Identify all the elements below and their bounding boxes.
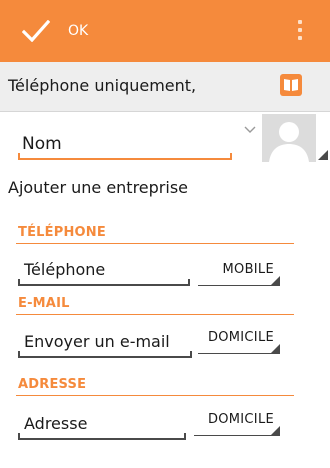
phone-type-label: MOBILE (222, 262, 274, 277)
phone-type-spinner[interactable]: MOBILE (198, 258, 280, 288)
phone-input[interactable]: Téléphone (24, 260, 105, 279)
address-type-label: DOMICILE (207, 412, 274, 427)
address-field[interactable]: Adresse (18, 412, 186, 442)
name-underline (18, 153, 232, 160)
overflow-menu-icon[interactable] (297, 20, 303, 44)
section-header-email: E-MAIL (18, 296, 70, 311)
email-type-spinner[interactable]: DOMICILE (198, 326, 280, 356)
chevron-down-icon[interactable] (244, 126, 256, 134)
dropdown-corner-icon (271, 426, 280, 435)
email-input[interactable]: Envoyer un e-mail (24, 332, 170, 351)
section-divider (16, 395, 294, 396)
dropdown-corner-icon (271, 276, 280, 285)
dropdown-corner-icon (271, 344, 280, 353)
section-header-phone: TÉLÉPHONE (18, 225, 106, 240)
section-header-address: ADRESSE (18, 377, 87, 392)
account-selector[interactable]: Téléphone uniquement, (0, 62, 330, 112)
section-divider (16, 314, 294, 315)
contact-book-icon[interactable] (280, 74, 302, 96)
address-type-spinner[interactable]: DOMICILE (194, 408, 280, 438)
email-field[interactable]: Envoyer un e-mail (18, 330, 192, 360)
account-label: Téléphone uniquement, (8, 76, 197, 95)
name-field[interactable]: Nom (18, 130, 232, 160)
check-icon[interactable] (22, 20, 50, 42)
address-underline (18, 433, 186, 440)
email-underline (18, 351, 192, 358)
ok-button[interactable]: OK (68, 23, 88, 39)
address-input[interactable]: Adresse (24, 414, 87, 433)
name-input[interactable]: Nom (22, 134, 62, 154)
phone-underline (18, 279, 190, 286)
section-divider (16, 243, 294, 244)
phone-field[interactable]: Téléphone (18, 258, 190, 288)
action-bar: OK (0, 0, 330, 62)
contact-photo-icon[interactable] (262, 114, 316, 162)
photo-corner-indicator (318, 150, 328, 160)
email-type-label: DOMICILE (207, 330, 274, 345)
add-company-link[interactable]: Ajouter une entreprise (8, 178, 188, 197)
